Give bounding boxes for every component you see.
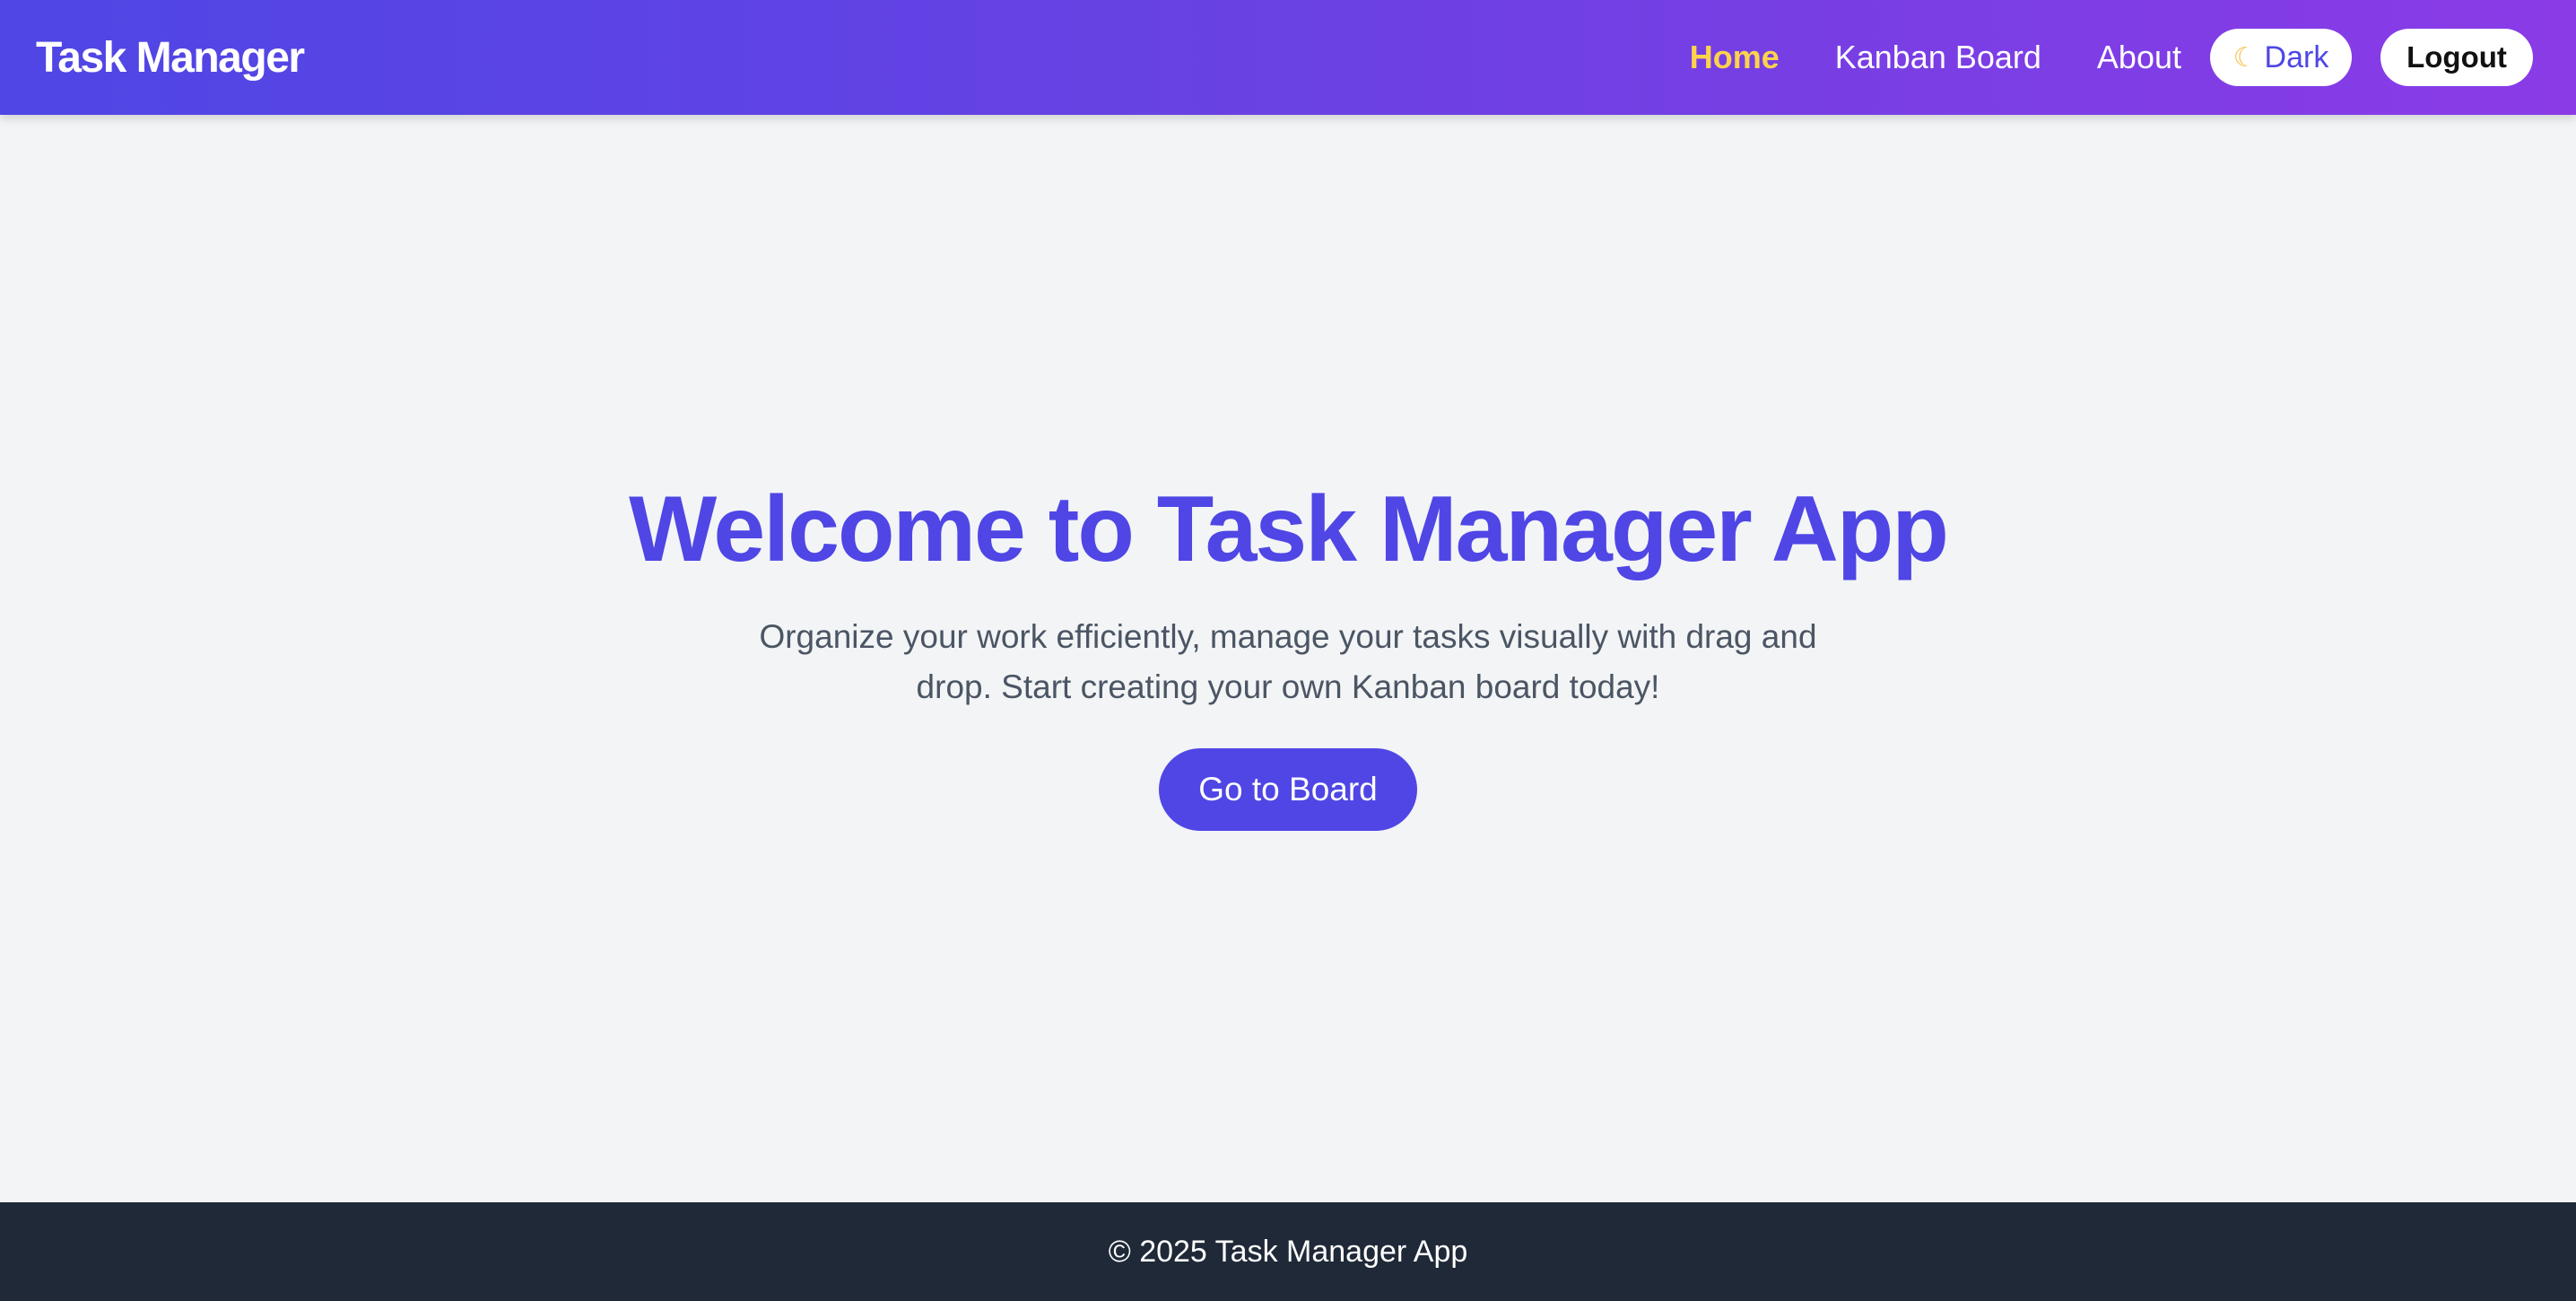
hero-section: Welcome to Task Manager App Organize you… bbox=[0, 115, 2576, 1202]
dark-mode-label: Dark bbox=[2264, 39, 2329, 74]
navbar: Task Manager Home Kanban Board About ☾ D… bbox=[0, 0, 2576, 115]
nav-menu: Home Kanban Board About ☾ Dark Logout bbox=[1690, 29, 2533, 86]
go-to-board-button[interactable]: Go to Board bbox=[1159, 748, 1417, 832]
hero-subtitle: Organize your work efficiently, manage y… bbox=[759, 618, 1817, 706]
footer-copyright: © 2025 Task Manager App bbox=[1108, 1234, 1468, 1269]
nav-link-home[interactable]: Home bbox=[1690, 39, 1780, 76]
logout-button[interactable]: Logout bbox=[2380, 29, 2533, 86]
brand-logo[interactable]: Task Manager bbox=[36, 33, 305, 83]
page-title: Welcome to Task Manager App bbox=[629, 476, 1949, 581]
dark-mode-toggle-button[interactable]: ☾ Dark bbox=[2210, 29, 2352, 86]
nav-link-kanban-board[interactable]: Kanban Board bbox=[1835, 39, 2041, 76]
footer: © 2025 Task Manager App bbox=[0, 1202, 2576, 1301]
moon-icon: ☾ bbox=[2232, 42, 2258, 73]
nav-link-about[interactable]: About bbox=[2097, 39, 2181, 76]
